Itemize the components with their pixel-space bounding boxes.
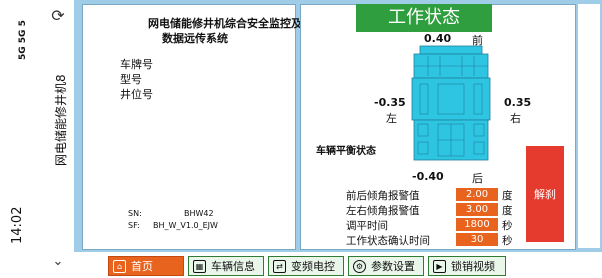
- refresh-icon[interactable]: ⟳: [48, 6, 68, 26]
- clock-time: 14:02: [10, 206, 25, 244]
- vfd-icon: ⇄: [273, 259, 286, 273]
- release-brake-button[interactable]: 解刹: [526, 146, 564, 242]
- video-camera-icon: ▶: [433, 259, 446, 273]
- system-title-line1: 网电储能修井机综合安全监控及: [148, 17, 302, 30]
- model-label: 型号: [120, 73, 142, 86]
- sn-value: BHW42: [184, 209, 214, 218]
- home-icon: ⌂: [113, 259, 126, 273]
- nav-home-label: 首页: [131, 260, 153, 273]
- vehicle-top-view: [408, 44, 494, 162]
- chevron-down-icon[interactable]: ⌄: [48, 254, 68, 270]
- nav-vehicle-info-label: 车辆信息: [211, 260, 255, 273]
- nav-params[interactable]: ⚙ 参数设置: [348, 256, 424, 276]
- system-title-line2: 数据远传系统: [162, 32, 228, 45]
- pitch-alarm-unit: 度: [502, 190, 513, 202]
- left-label: 左: [386, 112, 397, 125]
- leveling-time-label: 调平时间: [346, 220, 388, 232]
- sf-label: SF:: [128, 221, 140, 230]
- confirm-time-value[interactable]: 30: [456, 233, 498, 246]
- right-label: 右: [510, 112, 521, 125]
- nav-params-label: 参数设置: [371, 260, 415, 273]
- nav-home[interactable]: ⌂ 首页: [108, 256, 184, 276]
- roll-alarm-label: 左右倾角报警值: [346, 205, 420, 217]
- confirm-time-unit: 秒: [502, 235, 513, 247]
- system-title: 网电储能修井机综合安全监控及 数据远传系统: [148, 16, 302, 46]
- well-label: 井位号: [120, 88, 153, 101]
- left-tilt-value: -0.35: [374, 96, 406, 109]
- pitch-alarm-value[interactable]: 2.00: [456, 188, 498, 201]
- leveling-time-value[interactable]: 1800: [456, 218, 498, 231]
- confirm-time-label: 工作状态确认时间: [346, 235, 430, 247]
- pitch-alarm-label: 前后倾角报警值: [346, 190, 420, 202]
- signal-status-icons: 5G 5G 5: [18, 20, 28, 60]
- nav-lock-video[interactable]: ▶ 锁销视频: [428, 256, 506, 276]
- right-edge-strip: [578, 4, 600, 248]
- leveling-time-unit: 秒: [502, 220, 513, 232]
- vehicle-diagram: [411, 45, 491, 161]
- nav-vfd-label: 变频电控: [291, 260, 335, 273]
- sf-value: BH_W_V1.0_EJW: [153, 221, 218, 230]
- balance-status-label: 车辆平衡状态: [316, 146, 376, 157]
- nav-vfd-control[interactable]: ⇄ 变频电控: [268, 256, 344, 276]
- nav-video-label: 锁销视频: [451, 260, 495, 273]
- sn-label: SN:: [128, 209, 142, 218]
- right-tilt-value: 0.35: [504, 96, 532, 109]
- vehicle-info-icon: ▦: [193, 259, 206, 273]
- roll-alarm-unit: 度: [502, 205, 513, 217]
- settings-icon: ⚙: [353, 259, 366, 273]
- system-status-bar: ⟳ 5G 5G 5 网电储能修井机8 14:02 ⌄: [0, 0, 74, 278]
- rear-label: 后: [472, 172, 483, 185]
- work-status-banner: 工作状态: [356, 4, 492, 32]
- roll-alarm-value[interactable]: 3.00: [456, 203, 498, 216]
- rear-tilt-value: -0.40: [412, 170, 444, 183]
- nav-vehicle-info[interactable]: ▦ 车辆信息: [188, 256, 264, 276]
- plate-label: 车牌号: [120, 58, 153, 71]
- app-title: 网电储能修井机8: [54, 74, 68, 166]
